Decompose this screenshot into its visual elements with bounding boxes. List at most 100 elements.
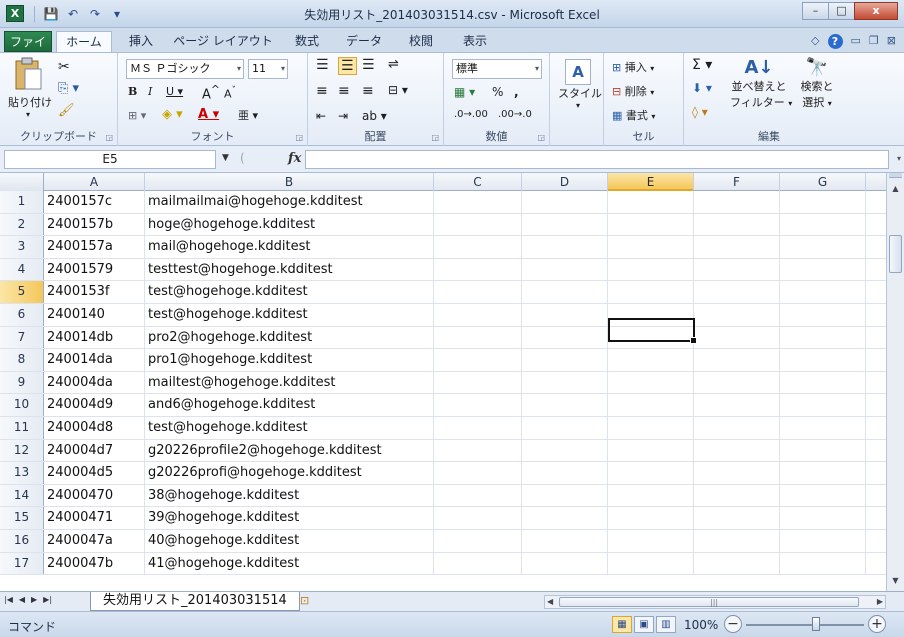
cell-b[interactable]: mailtest@hogehoge.kdditest	[145, 371, 434, 394]
horizontal-scroll-thumb[interactable]: |||	[559, 597, 859, 607]
border-icon[interactable]: ⊞ ▾	[128, 109, 146, 122]
name-box[interactable]: E5	[4, 150, 216, 169]
clear-icon[interactable]: ◊ ▾	[692, 105, 708, 119]
cell-g[interactable]	[780, 416, 866, 439]
cell-g[interactable]	[780, 552, 866, 575]
delete-cells-button[interactable]: ⊟ 削除 ▾	[612, 83, 654, 99]
cell-f[interactable]	[694, 281, 780, 303]
cell-c[interactable]	[434, 281, 522, 303]
cell-c[interactable]	[434, 371, 522, 394]
cell-a[interactable]: 2400157c	[44, 191, 145, 213]
cell-a[interactable]: 2400153f	[44, 281, 145, 303]
minimize-button[interactable]: –	[802, 2, 829, 20]
cell-b[interactable]: mail@hogehoge.kdditest	[145, 236, 434, 258]
cell-g[interactable]	[780, 439, 866, 462]
cell-f[interactable]	[694, 484, 780, 507]
name-box-dropdown-icon[interactable]: ▼	[222, 153, 229, 163]
cell-e[interactable]	[608, 416, 694, 439]
workbook-minimize-icon[interactable]: ▭	[851, 34, 861, 49]
cell-b[interactable]: pro1@hogehoge.kdditest	[145, 349, 434, 371]
font-size-combo[interactable]: 11 ▾	[248, 59, 288, 79]
column-header-d[interactable]: D	[522, 173, 608, 191]
tab-view[interactable]: 表示	[450, 31, 500, 52]
font-launcher-icon[interactable]: ◲	[295, 133, 303, 142]
page-break-view-icon[interactable]: ▥	[656, 616, 676, 633]
horizontal-scrollbar[interactable]: ◀ ||| ▶	[544, 595, 886, 609]
cell-a[interactable]: 240014db	[44, 326, 145, 349]
cell-f[interactable]	[694, 258, 780, 281]
cell-e[interactable]	[608, 507, 694, 529]
cell-e[interactable]	[608, 281, 694, 303]
cell-d[interactable]	[522, 326, 608, 349]
scroll-right-icon[interactable]: ▶	[877, 596, 883, 608]
row-header[interactable]: 4	[0, 258, 44, 281]
orientation-icon[interactable]: ab ▾	[362, 109, 387, 123]
copy-icon[interactable]: ⎘ ▾	[58, 81, 79, 96]
cell-f[interactable]	[694, 213, 780, 236]
column-header-b[interactable]: B	[145, 173, 434, 191]
cell-e[interactable]	[608, 371, 694, 394]
autosum-icon[interactable]: Σ ▾	[692, 57, 712, 73]
row-header[interactable]: 5	[0, 281, 44, 303]
styles-button[interactable]: A スタイル ▾	[558, 59, 602, 110]
cell-g[interactable]	[780, 484, 866, 507]
wrap-text-icon[interactable]: ⇌	[388, 57, 399, 72]
merge-center-icon[interactable]: ⊟ ▾	[388, 83, 408, 97]
cell-b[interactable]: and6@hogehoge.kdditest	[145, 394, 434, 416]
select-all-corner[interactable]	[0, 173, 44, 191]
cell-c[interactable]	[434, 552, 522, 575]
align-middle-icon[interactable]: ☰	[338, 57, 357, 75]
split-handle[interactable]	[889, 173, 902, 178]
cell-f[interactable]	[694, 416, 780, 439]
column-header-f[interactable]: F	[694, 173, 780, 191]
cell-f[interactable]	[694, 371, 780, 394]
row-header[interactable]: 6	[0, 303, 44, 326]
tab-page-layout[interactable]: ページ レイアウト	[170, 31, 276, 52]
cell-c[interactable]	[434, 394, 522, 416]
cell-b[interactable]: g20226profi@hogehoge.kdditest	[145, 462, 434, 484]
cell-d[interactable]	[522, 439, 608, 462]
cell-b[interactable]: test@hogehoge.kdditest	[145, 303, 434, 326]
paste-button[interactable]: 貼り付け ▾	[8, 57, 52, 119]
phonetic-icon[interactable]: 亜 ▾	[238, 107, 258, 123]
cell-b[interactable]: test@hogehoge.kdditest	[145, 416, 434, 439]
column-header-g[interactable]: G	[780, 173, 866, 191]
tab-formulas[interactable]: 数式	[282, 31, 332, 52]
align-right-icon[interactable]: ≡	[362, 83, 374, 99]
first-sheet-icon[interactable]: |◀	[4, 595, 13, 604]
cell-a[interactable]: 2400047b	[44, 552, 145, 575]
cell-g[interactable]	[780, 213, 866, 236]
scroll-up-icon[interactable]: ▲	[889, 181, 902, 196]
cell-a[interactable]: 240004d9	[44, 394, 145, 416]
cell-e[interactable]	[608, 529, 694, 552]
page-layout-view-icon[interactable]: ▣	[634, 616, 654, 633]
cell-g[interactable]	[780, 462, 866, 484]
bold-button[interactable]: B	[128, 85, 137, 98]
cell-c[interactable]	[434, 416, 522, 439]
increase-indent-icon[interactable]: ⇥	[338, 109, 348, 123]
help-icon[interactable]: ?	[827, 34, 843, 49]
cell-g[interactable]	[780, 191, 866, 213]
cell-f[interactable]	[694, 529, 780, 552]
zoom-level[interactable]: 100%	[684, 618, 718, 632]
row-header[interactable]: 2	[0, 213, 44, 236]
cell-d[interactable]	[522, 416, 608, 439]
cell-g[interactable]	[780, 258, 866, 281]
tab-insert[interactable]: 挿入	[116, 31, 166, 52]
cell-e[interactable]	[608, 213, 694, 236]
cell-d[interactable]	[522, 281, 608, 303]
cell-f[interactable]	[694, 303, 780, 326]
cell-c[interactable]	[434, 439, 522, 462]
row-header[interactable]: 13	[0, 462, 44, 484]
cell-g[interactable]	[780, 281, 866, 303]
scroll-left-icon[interactable]: ◀	[547, 596, 553, 608]
cell-b[interactable]: 41@hogehoge.kdditest	[145, 552, 434, 575]
row-header[interactable]: 14	[0, 484, 44, 507]
decrease-decimal-icon[interactable]: .00→.0	[498, 109, 532, 120]
grow-font-icon[interactable]: A^	[202, 83, 220, 102]
vertical-scrollbar[interactable]: ▲ ▼	[886, 173, 904, 591]
underline-button[interactable]: U ▾	[166, 85, 183, 98]
align-left-icon[interactable]: ≡	[316, 83, 328, 99]
row-header[interactable]: 11	[0, 416, 44, 439]
tab-data[interactable]: データ	[336, 31, 392, 52]
